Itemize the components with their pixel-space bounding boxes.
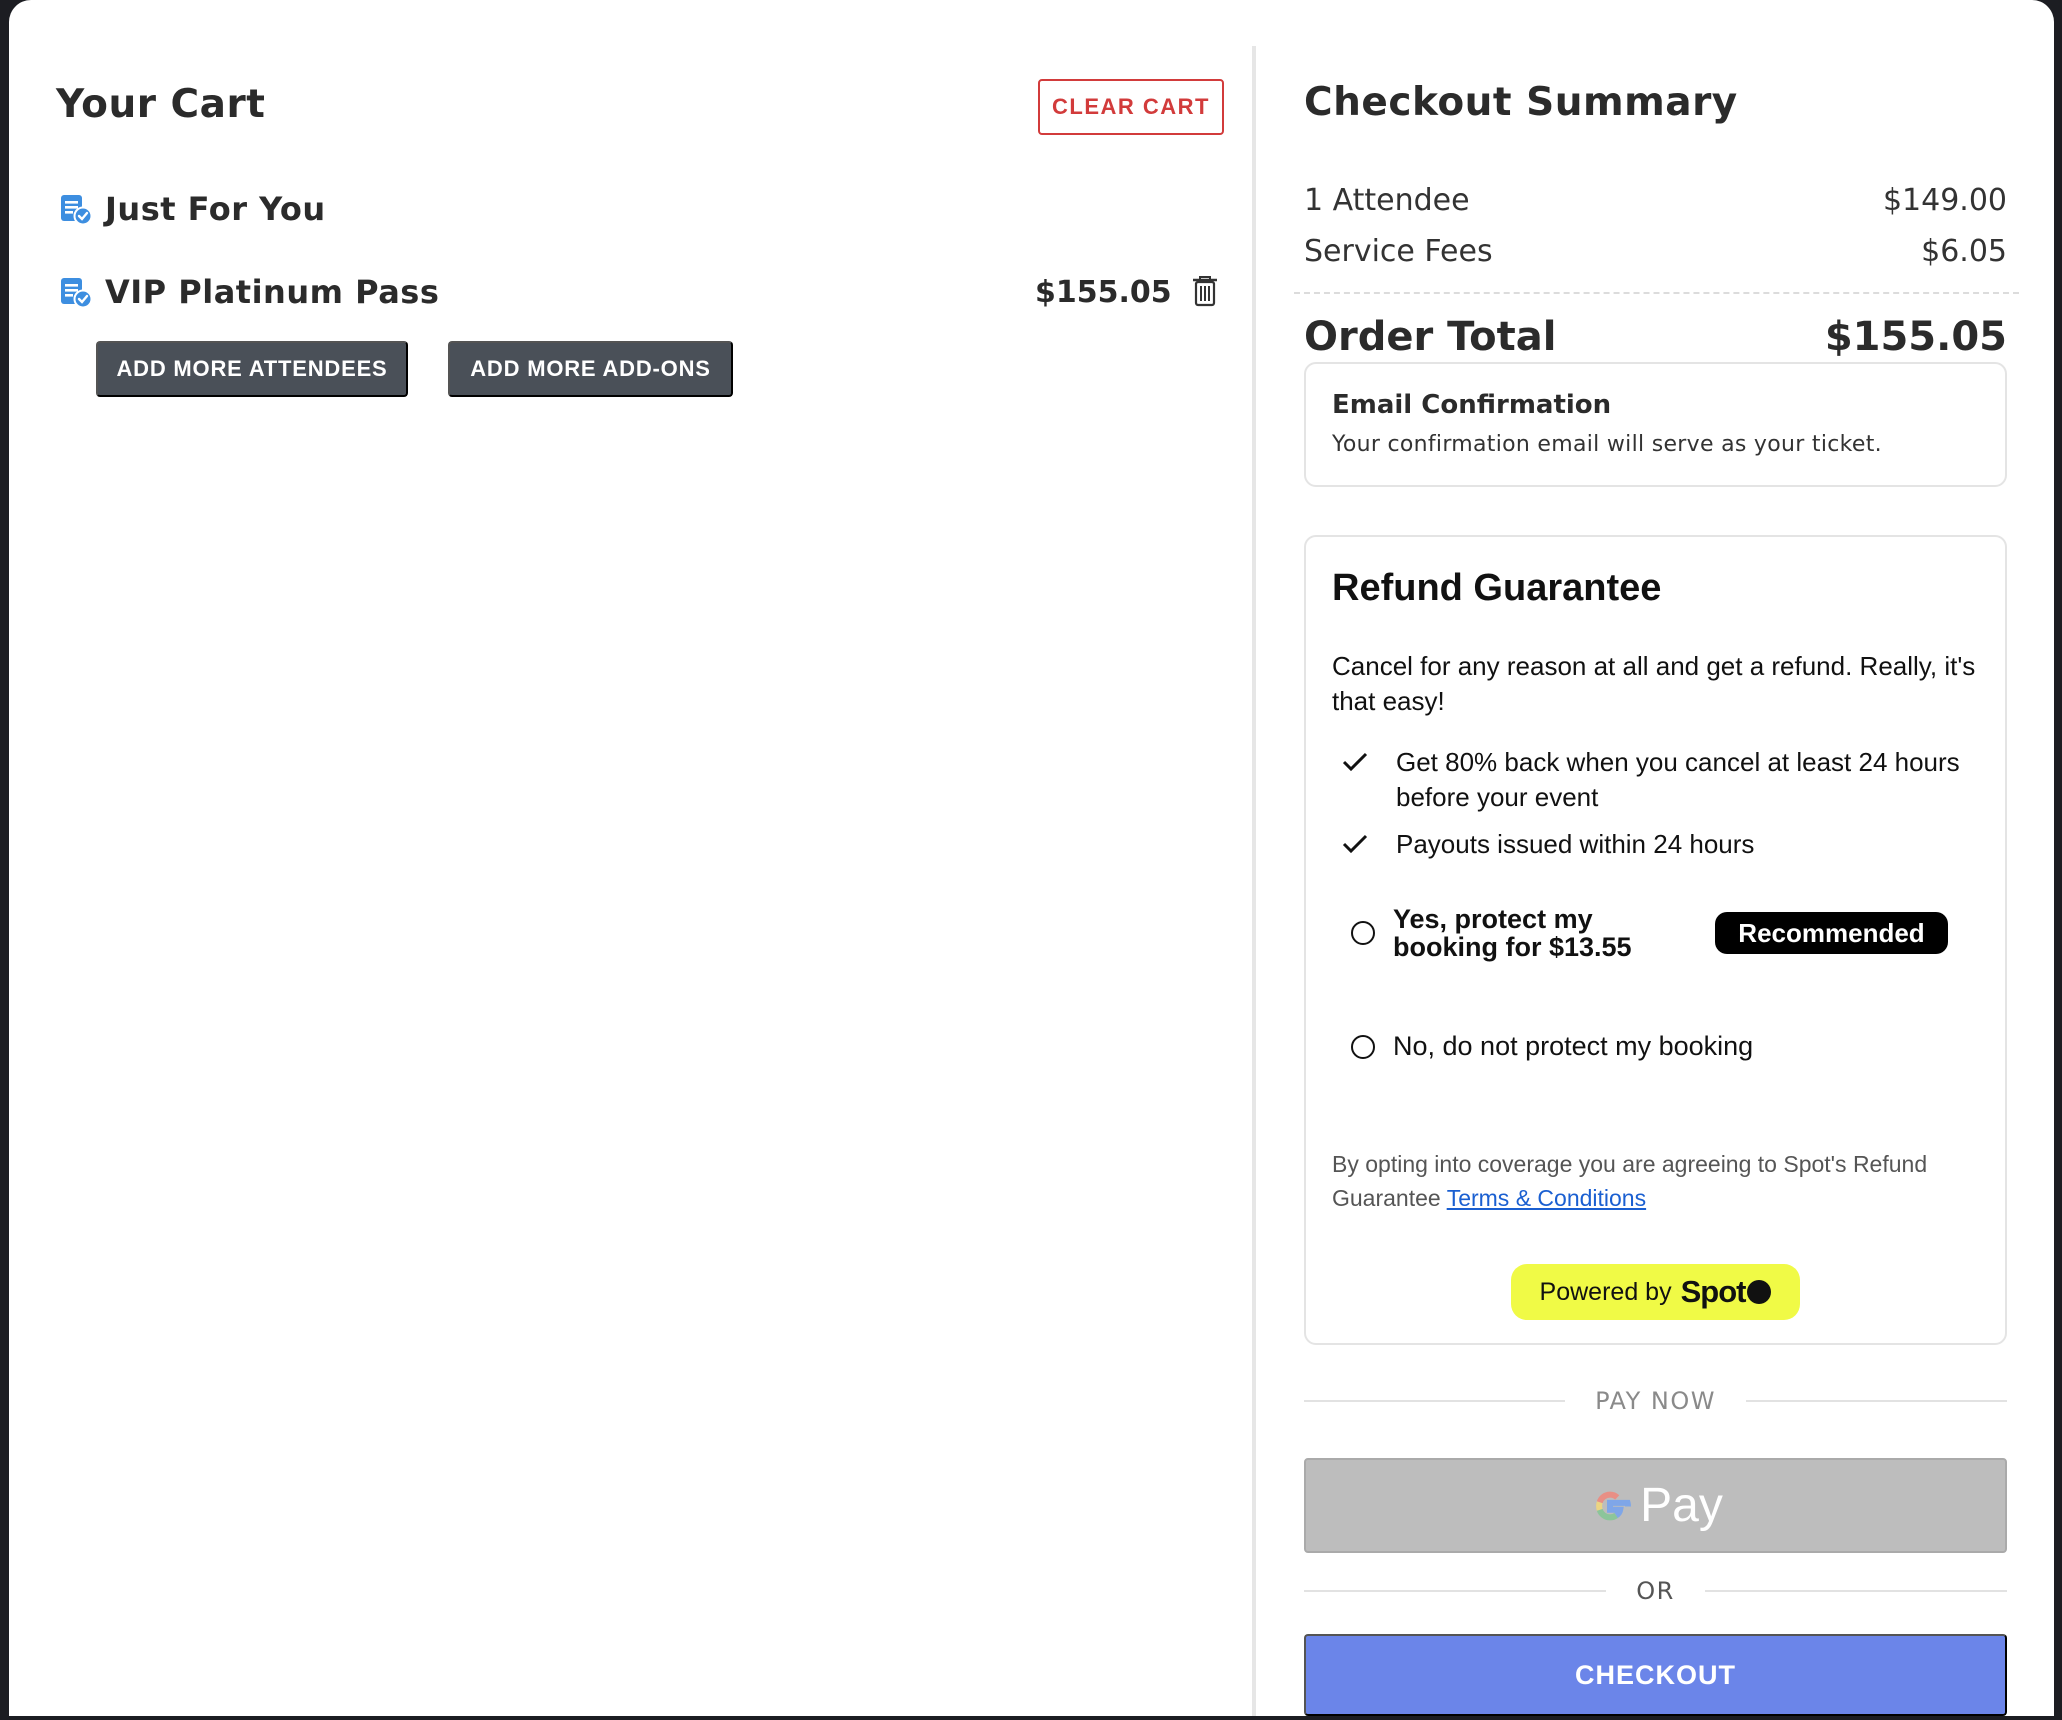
refund-benefit: Get 80% back when you cancel at least 24… xyxy=(1342,745,1962,815)
summary-line-value: $6.05 xyxy=(1921,234,2007,269)
separator-rule xyxy=(1304,1400,1566,1402)
refund-benefit-text: Get 80% back when you cancel at least 24… xyxy=(1396,747,1960,812)
cart-panel: Your Cart CLEAR CART Just For You VIP Pl… xyxy=(9,0,1254,1716)
summary-divider xyxy=(1294,292,2019,294)
google-g-icon xyxy=(1596,1491,1632,1520)
separator-rule xyxy=(1704,1590,2008,1592)
add-more-addons-button[interactable]: ADD MORE ADD-ONS xyxy=(448,341,733,397)
email-confirmation-text: Your confirmation email will serve as yo… xyxy=(1332,432,1882,457)
cart-item: Just For You xyxy=(59,190,326,228)
trash-icon[interactable] xyxy=(1191,275,1219,307)
order-total: Order Total $155.05 xyxy=(1304,314,2007,360)
email-confirmation-title: Email Confirmation xyxy=(1332,390,1612,420)
protect-yes-label[interactable]: Yes, protect my booking for $13.55 xyxy=(1393,905,1683,961)
cart-item: VIP Platinum Pass $155.05 xyxy=(59,273,1229,311)
terms-conditions-link[interactable]: Terms & Conditions xyxy=(1447,1185,1646,1211)
refund-benefit: Payouts issued within 24 hours xyxy=(1342,827,1962,864)
powered-by-label: Powered by xyxy=(1539,1277,1672,1306)
order-total-label: Order Total xyxy=(1304,314,1557,360)
refund-terms-text: By opting into coverage you are agreeing… xyxy=(1332,1147,1982,1215)
radio-no[interactable] xyxy=(1351,1034,1375,1059)
or-separator: OR xyxy=(1304,1577,2008,1605)
powered-by-spot-badge: Powered by Spot xyxy=(1511,1264,1800,1320)
refund-title: Refund Guarantee xyxy=(1332,567,1662,609)
separator-rule xyxy=(1745,1400,2008,1402)
cart-title: Your Cart xyxy=(56,82,266,127)
google-pay-label: Pay xyxy=(1640,1479,1723,1532)
summary-title: Checkout Summary xyxy=(1304,80,1738,125)
summary-line-label: Service Fees xyxy=(1304,234,1493,269)
separator-rule xyxy=(1304,1590,1607,1592)
summary-line-fees: Service Fees $6.05 xyxy=(1304,234,2007,269)
email-confirmation-card: Email Confirmation Your confirmation ema… xyxy=(1304,362,2007,487)
checkmark-icon xyxy=(1342,827,1396,864)
protect-no-label[interactable]: No, do not protect my booking xyxy=(1393,1031,1753,1062)
clear-cart-button[interactable]: CLEAR CART xyxy=(1038,79,1224,135)
add-more-attendees-button[interactable]: ADD MORE ATTENDEES xyxy=(96,341,408,397)
checkout-button[interactable]: CHECKOUT xyxy=(1304,1634,2007,1716)
spot-logo: Spot xyxy=(1680,1274,1747,1309)
refund-guarantee-card: Refund Guarantee Cancel for any reason a… xyxy=(1304,535,2007,1345)
protect-booking-yes-option[interactable]: Yes, protect my booking for $13.55 xyxy=(1351,905,1683,961)
summary-line-value: $149.00 xyxy=(1882,183,2007,218)
pay-now-label: PAY NOW xyxy=(1595,1387,1716,1415)
recommended-badge: Recommended xyxy=(1715,912,1948,954)
ticket-check-icon xyxy=(61,278,93,309)
spot-logo-dot-icon xyxy=(1747,1280,1772,1304)
summary-line-attendee: 1 Attendee $149.00 xyxy=(1304,183,2007,218)
order-total-value: $155.05 xyxy=(1824,314,2007,360)
summary-line-label: 1 Attendee xyxy=(1304,183,1470,218)
cart-item-label: VIP Platinum Pass xyxy=(105,273,440,311)
cart-item-label: Just For You xyxy=(105,190,326,228)
google-pay-button[interactable]: Pay xyxy=(1304,1458,2007,1553)
refund-benefit-text: Payouts issued within 24 hours xyxy=(1396,829,1755,859)
or-label: OR xyxy=(1636,1577,1675,1605)
radio-yes[interactable] xyxy=(1351,921,1375,945)
refund-intro: Cancel for any reason at all and get a r… xyxy=(1332,651,1976,716)
pay-now-separator: PAY NOW xyxy=(1304,1387,2008,1415)
panel-divider xyxy=(1252,46,1256,1716)
checkout-window: Your Cart CLEAR CART Just For You VIP Pl… xyxy=(9,0,2054,1716)
checkmark-icon xyxy=(1342,745,1396,815)
protect-booking-no-option[interactable]: No, do not protect my booking xyxy=(1351,1031,1753,1062)
cart-item-price: $155.05 xyxy=(1035,274,1172,310)
checkout-summary-panel: Checkout Summary 1 Attendee $149.00 Serv… xyxy=(1294,0,2024,1716)
ticket-check-icon xyxy=(61,195,93,226)
